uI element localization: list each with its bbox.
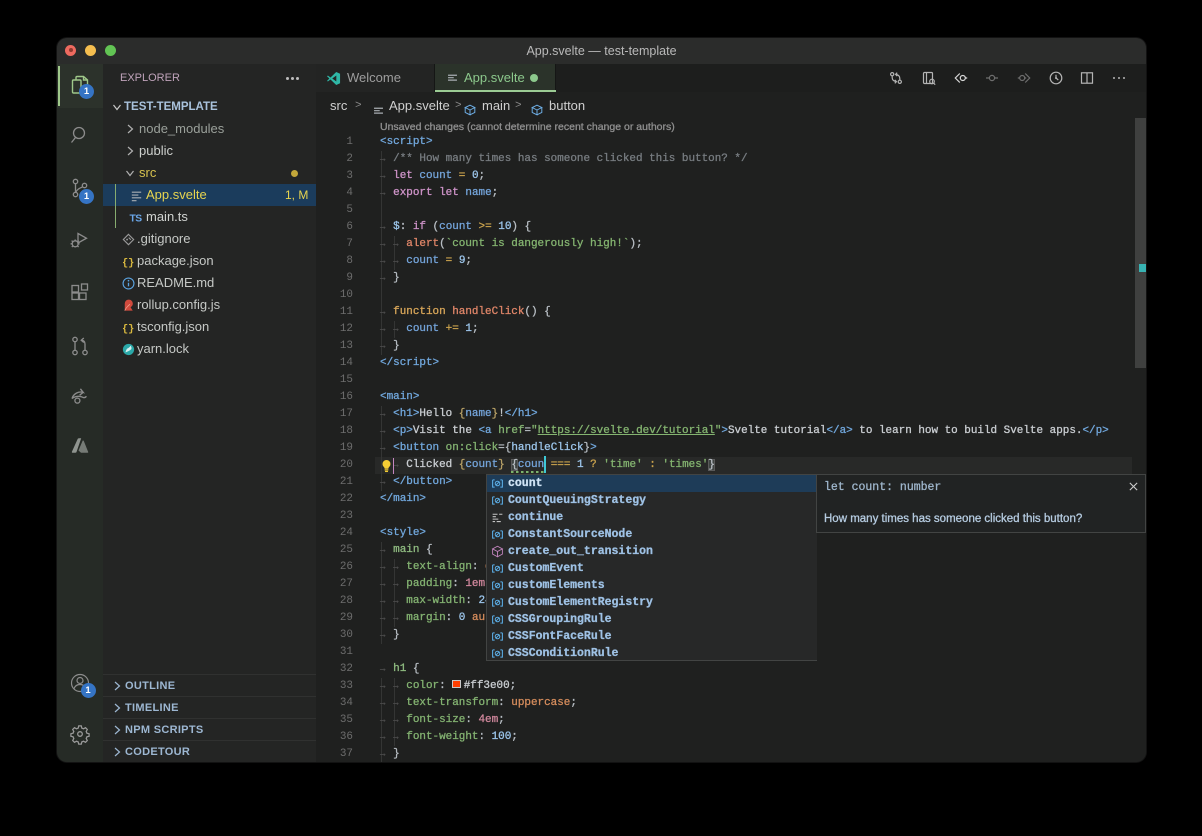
svg-text:{}: {}: [122, 323, 134, 334]
svg-text:{}: {}: [122, 257, 134, 268]
svg-text:TS: TS: [129, 213, 142, 224]
